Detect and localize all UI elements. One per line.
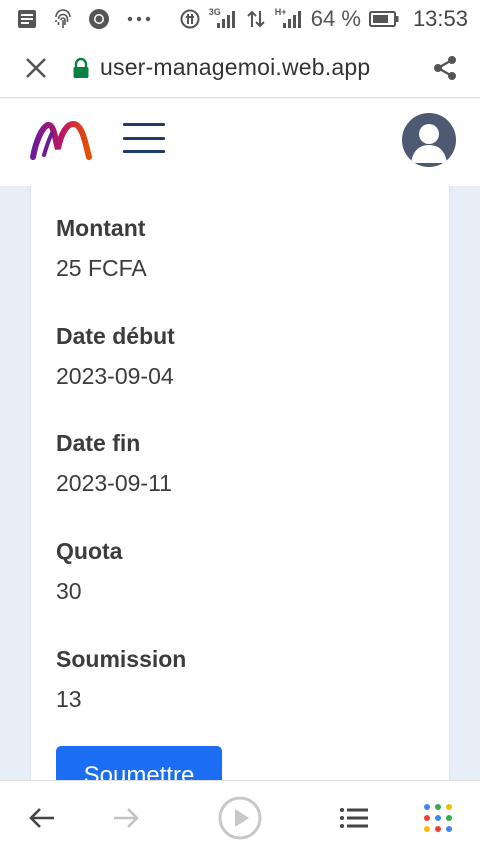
list-icon (340, 808, 368, 828)
more-dots-icon (124, 8, 154, 30)
network-b-label: H+ (274, 7, 287, 17)
field-montant: Montant 25 FCFA (56, 215, 147, 282)
field-quota: Quota 30 (56, 538, 122, 605)
network-a-label: 3G (208, 7, 221, 17)
menu-bar-bottom (123, 150, 165, 153)
play-icon (218, 796, 262, 840)
tabs-list-button[interactable] (324, 781, 384, 854)
fingerprint-icon (52, 8, 74, 30)
url-bar[interactable]: user-managemoi.web.app (72, 54, 410, 81)
signal-hplus-icon: H+ (274, 7, 303, 30)
close-icon (26, 57, 46, 78)
lock-icon (73, 57, 89, 78)
signal-3g-icon: 3G (208, 7, 237, 30)
battery-percent: 64 % (310, 6, 361, 31)
menu-button[interactable] (123, 121, 165, 155)
menu-bar-top (123, 123, 165, 126)
menu-bar-middle (123, 136, 165, 140)
date-debut-label: Date début (56, 323, 175, 349)
apps-grid-icon (424, 804, 452, 832)
main-content: Montant 25 FCFA Date début 2023-09-04 Da… (0, 186, 480, 780)
field-date-fin: Date fin 2023-09-11 (56, 430, 172, 497)
browser-toolbar: user-managemoi.web.app (0, 38, 480, 98)
close-tab-button[interactable] (0, 38, 72, 98)
data-saver-icon (179, 8, 201, 30)
brand-logo[interactable] (30, 119, 92, 163)
quota-value: 30 (56, 578, 82, 604)
date-debut-value: 2023-09-04 (56, 363, 174, 389)
forward-button[interactable] (96, 781, 156, 854)
user-icon (411, 124, 447, 163)
quota-label: Quota (56, 538, 123, 564)
chrome-icon (88, 8, 110, 30)
data-transfer-icon (245, 8, 267, 30)
montant-label: Montant (56, 215, 146, 241)
share-button[interactable] (410, 38, 480, 98)
avatar[interactable] (402, 113, 456, 167)
back-button[interactable] (12, 781, 72, 854)
montant-value: 25 FCFA (56, 255, 147, 281)
back-arrow-icon (29, 808, 54, 828)
status-bar: 3G H+ 64 % 13:53 (0, 0, 480, 38)
clock: 13:53 (412, 6, 468, 31)
play-button[interactable] (210, 781, 270, 854)
date-fin-value: 2023-09-11 (56, 470, 172, 496)
bottom-nav (0, 780, 480, 854)
battery-icon (368, 8, 399, 30)
soumission-value: 13 (56, 686, 82, 712)
field-date-debut: Date début 2023-09-04 (56, 323, 175, 390)
apps-button[interactable] (408, 781, 468, 854)
details-card: Montant 25 FCFA Date début 2023-09-04 Da… (30, 186, 450, 780)
soumission-label: Soumission (56, 646, 187, 672)
field-soumission: Soumission 13 (56, 646, 186, 713)
share-icon (434, 55, 456, 80)
date-fin-label: Date fin (56, 430, 141, 456)
submit-button[interactable]: Soumettre (56, 746, 222, 780)
url-text: user-managemoi.web.app (100, 54, 371, 80)
forward-arrow-icon (114, 808, 139, 828)
app-header (0, 99, 480, 186)
message-icon (16, 8, 38, 30)
